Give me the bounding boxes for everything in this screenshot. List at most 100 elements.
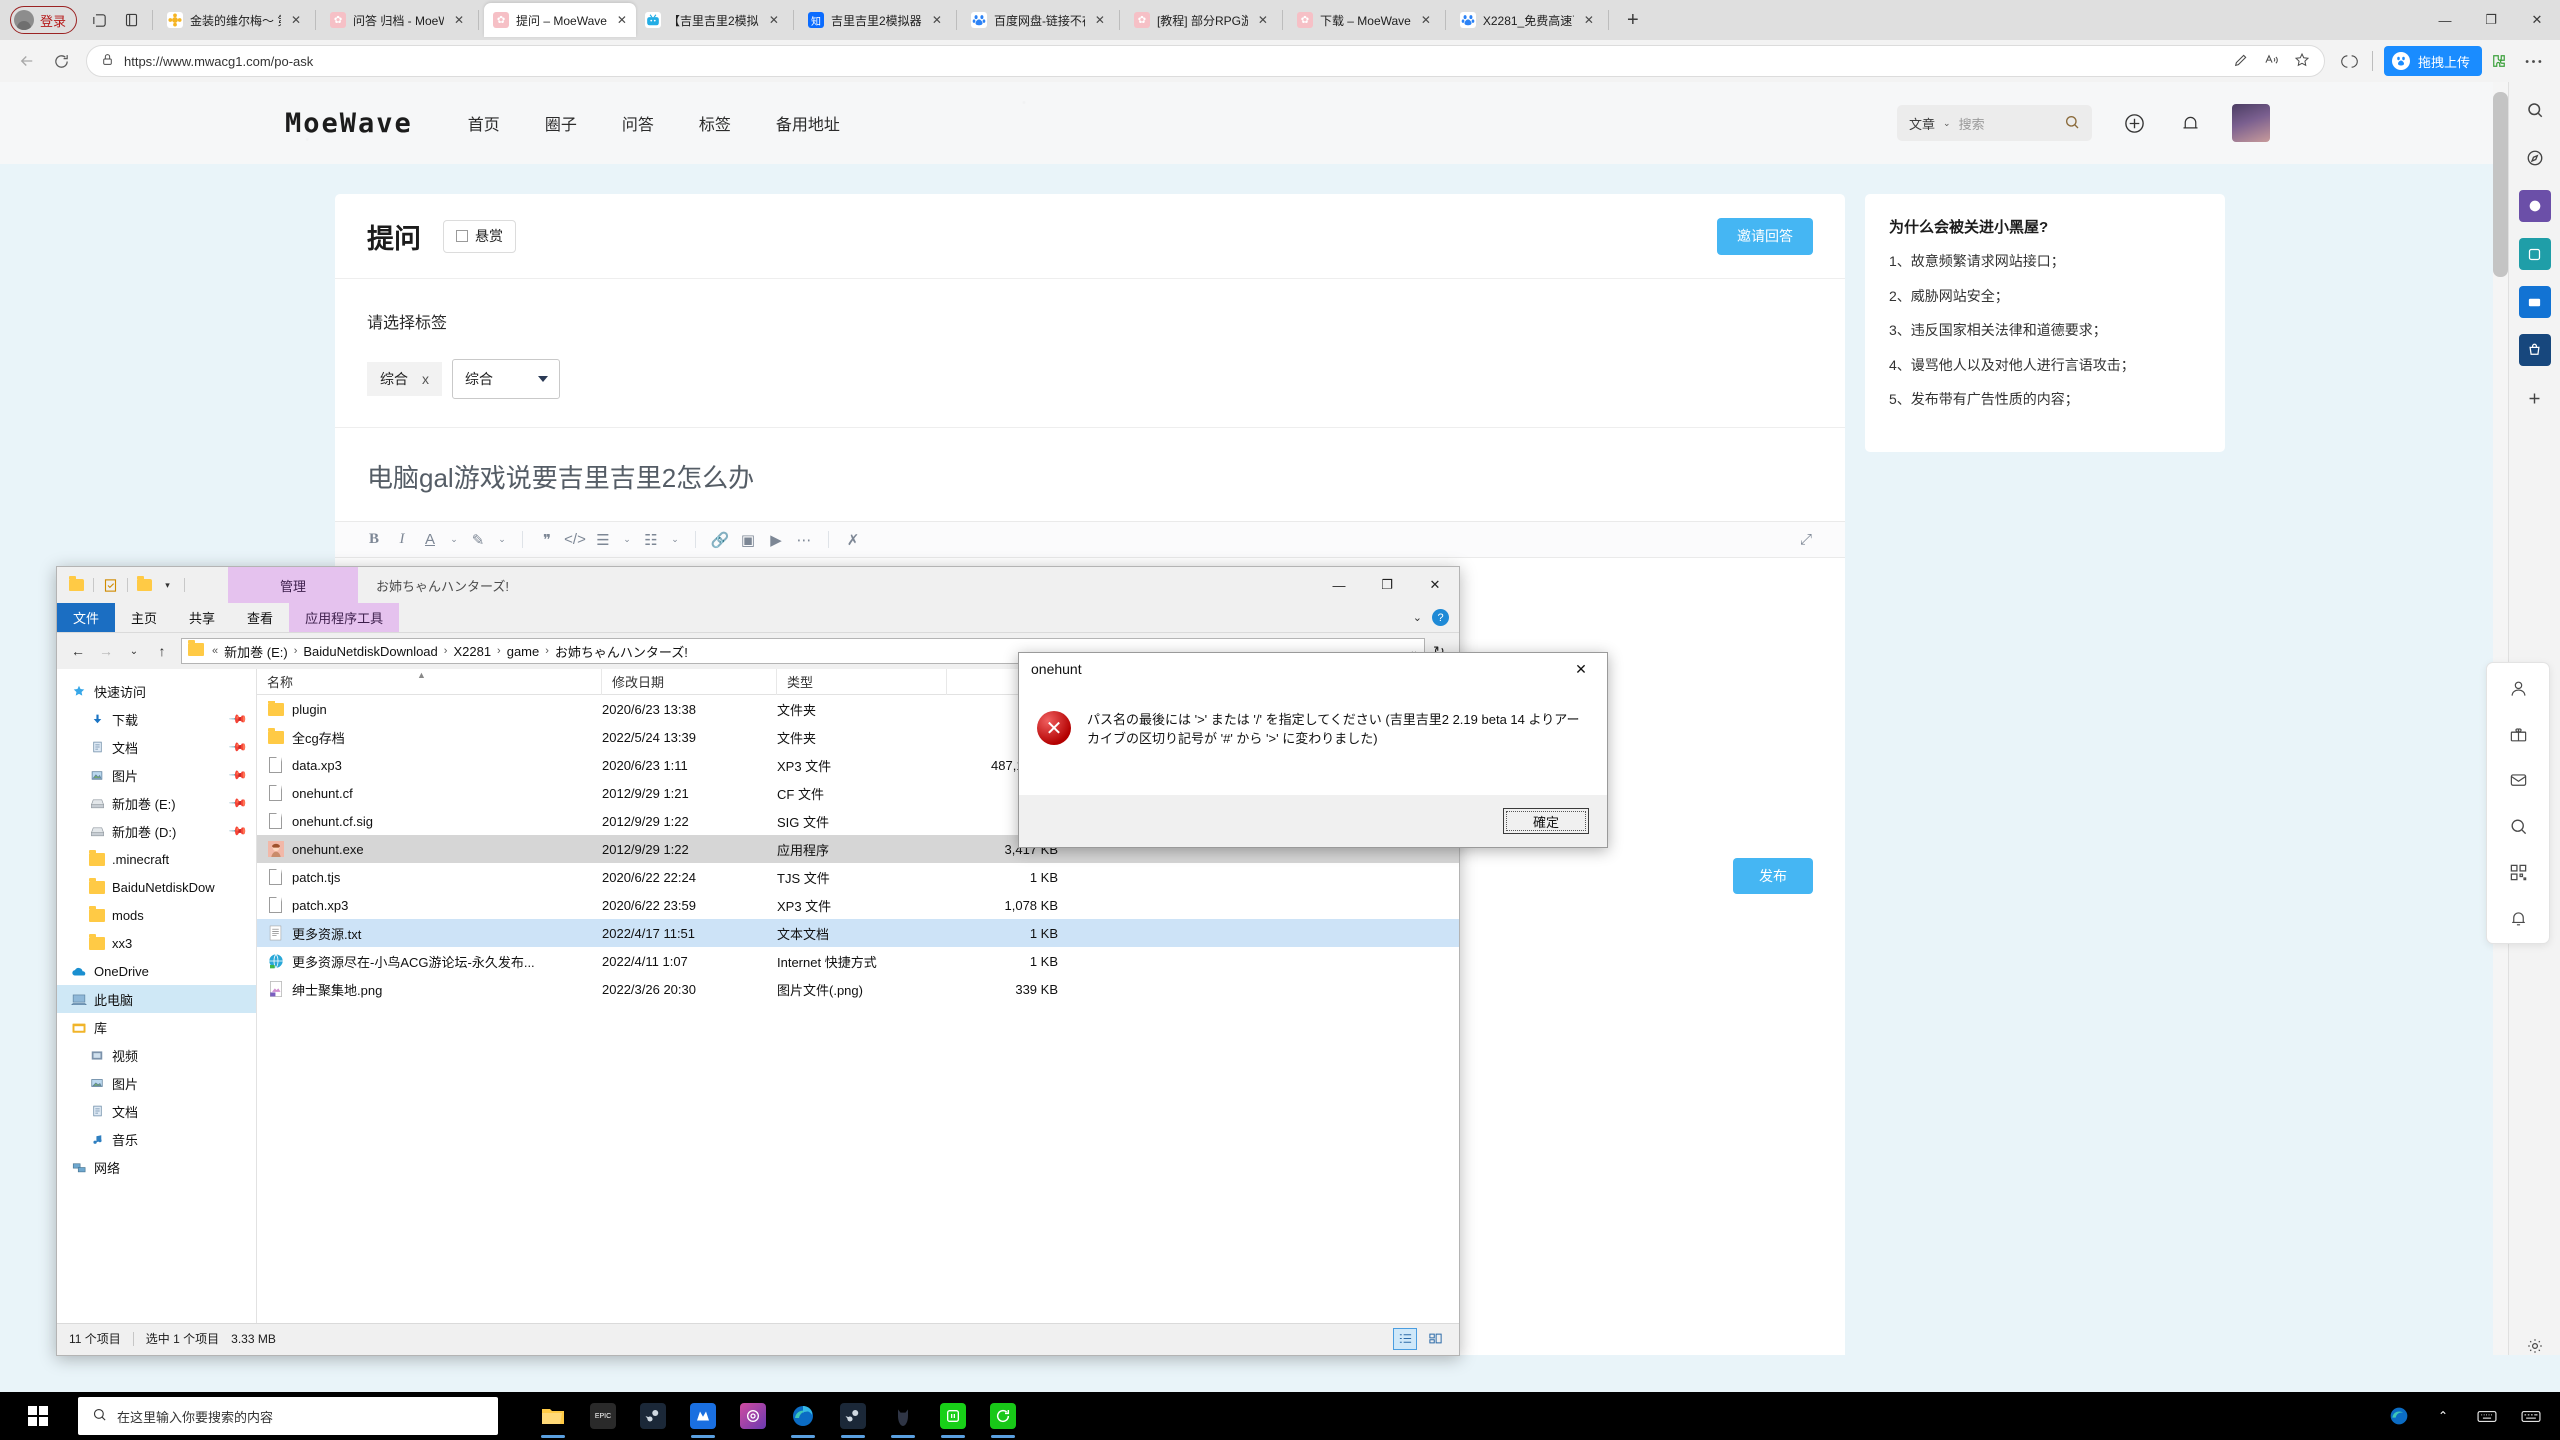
qat-chevron-down-icon[interactable]: ▾ bbox=[158, 576, 177, 595]
nav-item-onedrive[interactable]: OneDrive bbox=[57, 957, 256, 985]
notification-bell-icon[interactable] bbox=[2176, 109, 2204, 137]
tag-select-dropdown[interactable]: 综合 bbox=[452, 359, 560, 399]
tab-close-icon[interactable]: ✕ bbox=[1581, 12, 1597, 28]
sidebar-search-icon[interactable] bbox=[2519, 94, 2551, 126]
breadcrumb-item-1[interactable]: BaiduNetdiskDownload bbox=[303, 644, 437, 659]
search-input-placeholder[interactable]: 搜索 bbox=[1959, 114, 2056, 133]
new-tab-button[interactable]: + bbox=[1618, 5, 1648, 35]
nav-item-home[interactable]: 首页 bbox=[468, 111, 500, 135]
search-icon[interactable] bbox=[2064, 114, 2080, 133]
more-options-icon[interactable]: ⋯ bbox=[793, 527, 815, 553]
favorite-star-icon[interactable] bbox=[2294, 52, 2310, 71]
code-icon[interactable]: </> bbox=[564, 527, 586, 553]
qrcode-icon[interactable] bbox=[2503, 857, 2533, 887]
ribbon-tab-view[interactable]: 查看 bbox=[231, 603, 289, 632]
nav-item-this-pc[interactable]: 此电脑 bbox=[57, 985, 256, 1013]
nav-item-circles[interactable]: 圈子 bbox=[545, 111, 577, 135]
column-header-name[interactable]: 名称 bbox=[257, 668, 602, 695]
nav-item-pictures[interactable]: 图片 📌 bbox=[57, 761, 256, 789]
sidebar-add-icon[interactable] bbox=[2519, 382, 2551, 414]
large-icons-view-icon[interactable] bbox=[1423, 1328, 1447, 1350]
breadcrumb-item-4[interactable]: お姉ちゃんハンターズ! bbox=[555, 642, 688, 661]
ordered-list-icon[interactable]: ☷ bbox=[640, 527, 662, 553]
reload-icon[interactable] bbox=[44, 44, 78, 78]
tab-close-icon[interactable]: ✕ bbox=[766, 12, 782, 28]
site-logo[interactable]: MoeWave bbox=[285, 108, 413, 139]
browser-tab-3[interactable]: 【吉里吉里2模拟器】最 ✕ bbox=[636, 4, 788, 36]
invite-answer-button[interactable]: 邀请回答 bbox=[1717, 217, 1813, 255]
bounty-checkbox[interactable]: 悬赏 bbox=[443, 219, 516, 253]
clear-format-icon[interactable]: ✗ bbox=[842, 527, 864, 553]
browser-tab-1[interactable]: ✿ 问答 归档 - MoeWave ✕ bbox=[321, 4, 473, 36]
taskbar-app-sync[interactable] bbox=[978, 1392, 1028, 1440]
taskbar-app-steam[interactable] bbox=[628, 1392, 678, 1440]
tray-input-icon[interactable] bbox=[2476, 1405, 2498, 1427]
pen-icon[interactable] bbox=[2233, 52, 2249, 71]
sidebar-outlook-icon[interactable] bbox=[2518, 286, 2551, 318]
link-icon[interactable]: 🔗 bbox=[709, 527, 731, 553]
column-header-date[interactable]: 修改日期 bbox=[602, 668, 777, 695]
site-search-box[interactable]: 文章 ⌄ 搜索 bbox=[1897, 105, 2092, 141]
dialog-title-bar[interactable]: onehunt ✕ bbox=[1019, 653, 1607, 685]
tab-search-icon[interactable] bbox=[83, 4, 115, 36]
text-color-icon[interactable]: A bbox=[419, 527, 441, 553]
ribbon-tab-share[interactable]: 共享 bbox=[173, 603, 231, 632]
nav-item-libraries[interactable]: 库 bbox=[57, 1013, 256, 1041]
nav-item-quick-access[interactable]: 快速访问 bbox=[57, 677, 256, 705]
ribbon-tab-application-tools[interactable]: 应用程序工具 bbox=[289, 603, 400, 632]
taskbar-app-moewave[interactable] bbox=[678, 1392, 728, 1440]
properties-icon[interactable] bbox=[101, 576, 120, 595]
chevron-down-icon[interactable]: ⌄ bbox=[495, 527, 509, 553]
taskbar-search-box[interactable]: 在这里输入你要搜索的内容 bbox=[78, 1397, 498, 1435]
image-icon[interactable]: ▣ bbox=[737, 527, 759, 553]
tray-chevron-up-icon[interactable]: ⌃ bbox=[2432, 1405, 2454, 1427]
nav-item-qa[interactable]: 问答 bbox=[622, 111, 654, 135]
explorer-up-icon[interactable]: ↑ bbox=[149, 638, 175, 664]
explorer-maximize-button[interactable]: ❐ bbox=[1363, 567, 1411, 603]
table-row[interactable]: 绅士聚集地.png 2022/3/26 20:30 图片文件(.png) 339… bbox=[257, 975, 1459, 1003]
pin-icon[interactable]: 📌 bbox=[228, 765, 248, 785]
nav-item-tags[interactable]: 标签 bbox=[699, 111, 731, 135]
nav-item-minecraft[interactable]: .minecraft bbox=[57, 845, 256, 873]
taskbar-app-green[interactable] bbox=[928, 1392, 978, 1440]
publish-button[interactable]: 发布 bbox=[1733, 858, 1813, 894]
back-icon[interactable] bbox=[10, 44, 44, 78]
browser-tab-6[interactable]: ✿ [教程] 部分RPG游戏报 ✕ bbox=[1125, 4, 1277, 36]
chevron-down-icon[interactable]: ⌄ bbox=[668, 527, 682, 553]
nav-item-network[interactable]: 网络 bbox=[57, 1153, 256, 1181]
nav-item-music[interactable]: 音乐 bbox=[57, 1125, 256, 1153]
browser-tab-4[interactable]: 知 吉里吉里2模拟器最新版 ✕ bbox=[799, 4, 951, 36]
maximize-button[interactable]: ❐ bbox=[2468, 0, 2514, 40]
table-row[interactable]: patch.xp3 2020/6/22 23:59 XP3 文件 1,078 K… bbox=[257, 891, 1459, 919]
explorer-title-bar[interactable]: ▾ 管理 お姉ちゃんハンターズ! — ❐ ✕ bbox=[57, 567, 1459, 603]
bold-icon[interactable]: B bbox=[363, 527, 385, 553]
tab-close-icon[interactable]: ✕ bbox=[451, 12, 467, 28]
profile-login-button[interactable]: 登录 bbox=[10, 6, 78, 34]
ribbon-collapse-chevron-icon[interactable]: ⌄ bbox=[1413, 611, 1422, 624]
taskbar-app-file-explorer[interactable] bbox=[528, 1392, 578, 1440]
taskbar-app-epic-games[interactable]: EPIC bbox=[578, 1392, 628, 1440]
start-button[interactable] bbox=[0, 1392, 76, 1440]
explorer-forward-icon[interactable]: → bbox=[93, 638, 119, 664]
tab-close-icon[interactable]: ✕ bbox=[614, 12, 630, 28]
selected-tag-chip[interactable]: 综合 x bbox=[367, 362, 442, 396]
tab-close-icon[interactable]: ✕ bbox=[1092, 12, 1108, 28]
tray-keyboard-icon[interactable] bbox=[2520, 1405, 2542, 1427]
taskbar-app-steam-2[interactable] bbox=[828, 1392, 878, 1440]
contextual-tab-manage[interactable]: 管理 bbox=[228, 567, 358, 603]
column-header-type[interactable]: 类型 bbox=[777, 668, 947, 695]
chevron-down-icon[interactable]: ⌄ bbox=[447, 527, 461, 553]
explorer-minimize-button[interactable]: — bbox=[1315, 567, 1363, 603]
bullet-list-icon[interactable]: ☰ bbox=[592, 527, 614, 553]
video-icon[interactable]: ▶ bbox=[765, 527, 787, 553]
tag-remove-icon[interactable]: x bbox=[422, 371, 429, 387]
user-avatar[interactable] bbox=[2232, 104, 2270, 142]
sidebar-tools-icon[interactable] bbox=[2518, 238, 2551, 270]
tab-close-icon[interactable]: ✕ bbox=[929, 12, 945, 28]
table-row-selected[interactable]: 更多资源.txt 2022/4/17 11:51 文本文档 1 KB bbox=[257, 919, 1459, 947]
tab-close-icon[interactable]: ✕ bbox=[288, 12, 304, 28]
pin-icon[interactable]: 📌 bbox=[228, 737, 248, 757]
ok-button[interactable]: 確定 bbox=[1503, 808, 1589, 834]
tray-edge-icon[interactable] bbox=[2388, 1405, 2410, 1427]
nav-item-videos[interactable]: 视频 bbox=[57, 1041, 256, 1069]
